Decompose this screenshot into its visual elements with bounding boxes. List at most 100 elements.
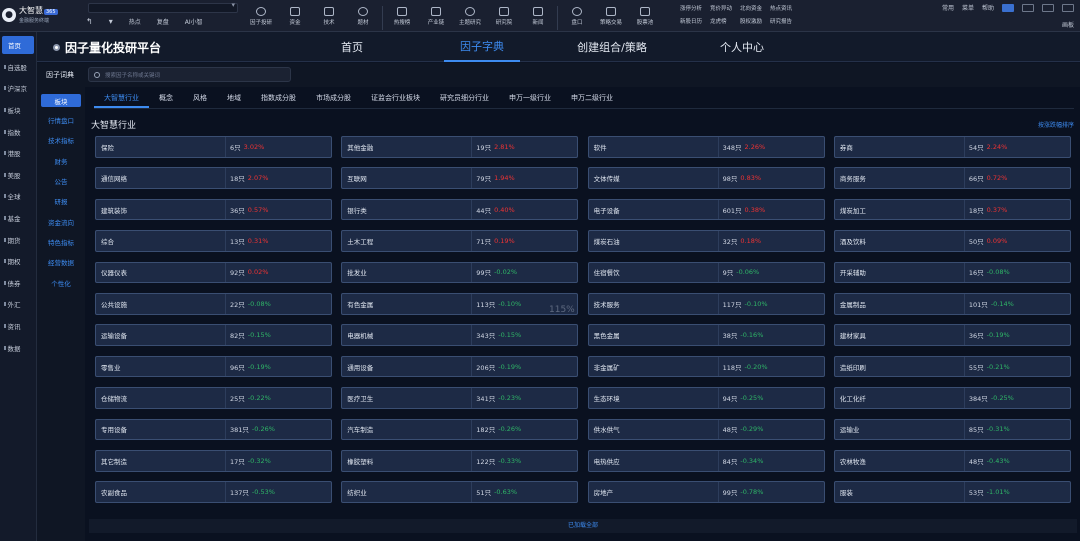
menu-help[interactable]: 帮助 bbox=[982, 3, 994, 12]
sort-link[interactable]: 按涨跌幅排序 bbox=[1038, 120, 1074, 129]
main-tab[interactable]: 创建组合/策略 bbox=[547, 32, 677, 62]
category-item[interactable]: 技术指标 bbox=[37, 130, 85, 150]
industry-card[interactable]: 化工化纤 384只 -0.25% bbox=[833, 387, 1071, 409]
industry-card[interactable]: 专用设备 381只 -0.26% bbox=[95, 418, 332, 441]
industry-card[interactable]: 运输业 85只 -0.31% bbox=[833, 418, 1071, 441]
industry-card[interactable]: 开采辅助 16只 -0.08% bbox=[833, 261, 1071, 284]
left-nav-item[interactable]: 首页 bbox=[2, 36, 34, 54]
industry-card[interactable]: 软件 348只 2.26% bbox=[587, 136, 825, 158]
skin-icon[interactable] bbox=[1002, 3, 1014, 12]
industry-card[interactable]: 非金属矿 118只 -0.20% bbox=[587, 355, 825, 378]
toolbar-button[interactable]: 研究院 bbox=[487, 2, 521, 30]
quick-link[interactable]: 热点资讯 bbox=[770, 4, 792, 12]
maximize-icon[interactable] bbox=[1042, 3, 1054, 12]
industry-card[interactable]: 电器机械 343只 -0.15% bbox=[341, 324, 579, 346]
nav-hot[interactable]: 热点 bbox=[121, 17, 149, 26]
quick-link[interactable]: 北向资金 bbox=[740, 4, 762, 12]
industry-card[interactable]: 建材家具 36只 -0.19% bbox=[833, 324, 1071, 346]
industry-card[interactable]: 生态环境 94只 -0.25% bbox=[587, 387, 825, 409]
industry-card[interactable]: 金属制品 101只 -0.14% bbox=[833, 292, 1071, 315]
industry-card[interactable]: 其它制造 17只 -0.32% bbox=[95, 449, 332, 472]
industry-card[interactable]: 电子设备 601只 0.38% bbox=[587, 198, 825, 221]
quick-link[interactable]: 涨停分析 bbox=[680, 4, 702, 12]
quick-link[interactable]: 竞价异动 bbox=[710, 4, 732, 12]
sector-tab[interactable]: 概念 bbox=[149, 90, 183, 108]
sector-tab[interactable]: 大智慧行业 bbox=[94, 90, 149, 108]
category-item[interactable]: 财务 bbox=[37, 151, 85, 171]
dropdown-arrow-icon[interactable]: ▾ bbox=[101, 17, 121, 26]
sector-tab[interactable]: 研究员细分行业 bbox=[430, 90, 499, 108]
industry-card[interactable]: 通用设备 206只 -0.19% bbox=[341, 355, 579, 378]
drawing-board-link[interactable]: 画板 bbox=[1062, 20, 1074, 29]
industry-card[interactable]: 公共设施 22只 -0.08% bbox=[95, 292, 332, 315]
left-nav-item[interactable]: 资讯 bbox=[0, 315, 36, 337]
category-item[interactable]: 经营数据 bbox=[37, 252, 85, 272]
left-nav-item[interactable]: 港股 bbox=[0, 142, 36, 164]
left-nav-item[interactable]: 期货 bbox=[0, 229, 36, 251]
industry-card[interactable]: 煤炭石油 32只 0.18% bbox=[587, 230, 825, 252]
menu-menu[interactable]: 菜单 bbox=[962, 3, 974, 12]
sector-tab[interactable]: 申万二级行业 bbox=[561, 90, 623, 108]
category-item[interactable]: 研报 bbox=[37, 191, 85, 211]
industry-card[interactable]: 橡胶塑料 122只 -0.33% bbox=[341, 449, 579, 472]
industry-card[interactable]: 零售业 96只 -0.19% bbox=[95, 355, 332, 378]
industry-card[interactable]: 建筑装饰 36只 0.57% bbox=[95, 198, 332, 221]
industry-card[interactable]: 造纸印刷 55只 -0.21% bbox=[833, 355, 1071, 378]
industry-card[interactable]: 土木工程 71只 0.19% bbox=[341, 230, 579, 252]
toolbar-button[interactable]: 资金 bbox=[278, 2, 312, 30]
industry-card[interactable]: 券商 54只 2.24% bbox=[833, 136, 1071, 158]
left-nav-item[interactable]: 指数 bbox=[0, 121, 36, 143]
industry-card[interactable]: 纺织业 51只 -0.63% bbox=[341, 481, 579, 503]
industry-card[interactable]: 黑色金属 38只 -0.16% bbox=[587, 324, 825, 346]
category-item[interactable]: 资金流向 bbox=[37, 211, 85, 231]
left-nav-item[interactable]: 全球 bbox=[0, 186, 36, 208]
industry-card[interactable]: 文体传媒 98只 0.83% bbox=[587, 167, 825, 189]
back-arrow-icon[interactable]: ↰ bbox=[78, 17, 101, 26]
industry-card[interactable]: 保险 6只 3.02% bbox=[95, 136, 332, 158]
industry-card[interactable]: 酒及饮料 50只 0.09% bbox=[833, 230, 1071, 252]
industry-card[interactable]: 服装 53只 -1.01% bbox=[833, 481, 1071, 503]
toolbar-button[interactable]: 盘口 bbox=[560, 2, 594, 30]
industry-card[interactable]: 综合 13只 0.31% bbox=[95, 230, 332, 252]
minimize-icon[interactable] bbox=[1022, 3, 1034, 12]
sector-tab[interactable]: 地域 bbox=[217, 90, 251, 108]
industry-card[interactable]: 技术服务 117只 -0.10% bbox=[587, 292, 825, 315]
industry-card[interactable]: 商务服务 66只 0.72% bbox=[833, 167, 1071, 189]
close-icon[interactable] bbox=[1062, 3, 1074, 12]
toolbar-button[interactable]: 因子投研 bbox=[244, 2, 278, 30]
industry-card[interactable]: 电热供应 84只 -0.34% bbox=[587, 449, 825, 472]
sector-tab[interactable]: 申万一级行业 bbox=[499, 90, 561, 108]
toolbar-button[interactable]: 新闻 bbox=[521, 2, 555, 30]
left-nav-item[interactable]: 数据 bbox=[0, 337, 36, 359]
left-nav-item[interactable]: 外汇 bbox=[0, 294, 36, 316]
industry-card[interactable]: 仓储物流 25只 -0.22% bbox=[95, 387, 332, 409]
industry-card[interactable]: 住宿餐饮 9只 -0.06% bbox=[587, 261, 825, 284]
toolbar-button[interactable]: 策略交易 bbox=[594, 2, 628, 30]
left-nav-item[interactable]: 期权 bbox=[0, 250, 36, 272]
toolbar-button[interactable]: 主题研究 bbox=[453, 2, 487, 30]
category-item[interactable]: 板块 bbox=[41, 94, 81, 107]
left-nav-item[interactable]: 自选股 bbox=[0, 56, 36, 78]
category-item[interactable]: 行情盘口 bbox=[37, 110, 85, 130]
main-tab[interactable]: 个人中心 bbox=[677, 32, 807, 62]
industry-card[interactable]: 通信网络 18只 2.07% bbox=[95, 167, 332, 189]
industry-card[interactable]: 互联网 79只 1.94% bbox=[341, 167, 579, 189]
industry-card[interactable]: 医疗卫生 341只 -0.23% bbox=[341, 387, 579, 409]
nav-review[interactable]: 复盘 bbox=[149, 17, 177, 26]
toolbar-button[interactable]: 热搜榜 bbox=[385, 2, 419, 30]
toolbar-button[interactable]: 题材 bbox=[346, 2, 380, 30]
quick-link[interactable]: 股权激励 bbox=[740, 17, 762, 25]
industry-card[interactable]: 汽车制造 182只 -0.26% bbox=[341, 418, 579, 441]
quick-link[interactable]: 研究报告 bbox=[770, 17, 792, 25]
left-nav-item[interactable]: 板块 bbox=[0, 99, 36, 121]
category-item[interactable]: 个性化 bbox=[37, 272, 85, 292]
sector-tab[interactable]: 指数成分股 bbox=[251, 90, 306, 108]
top-search-input[interactable] bbox=[88, 1, 238, 13]
industry-card[interactable]: 银行类 44只 0.40% bbox=[341, 198, 579, 221]
industry-card[interactable]: 煤炭加工 18只 0.37% bbox=[833, 198, 1071, 221]
nav-ai[interactable]: AI小智 bbox=[177, 17, 211, 26]
left-nav-item[interactable]: 债券 bbox=[0, 272, 36, 294]
sector-tab[interactable]: 市场成分股 bbox=[306, 90, 361, 108]
toolbar-button[interactable]: 技术 bbox=[312, 2, 346, 30]
industry-card[interactable]: 仪器仪表 92只 0.02% bbox=[95, 261, 332, 284]
